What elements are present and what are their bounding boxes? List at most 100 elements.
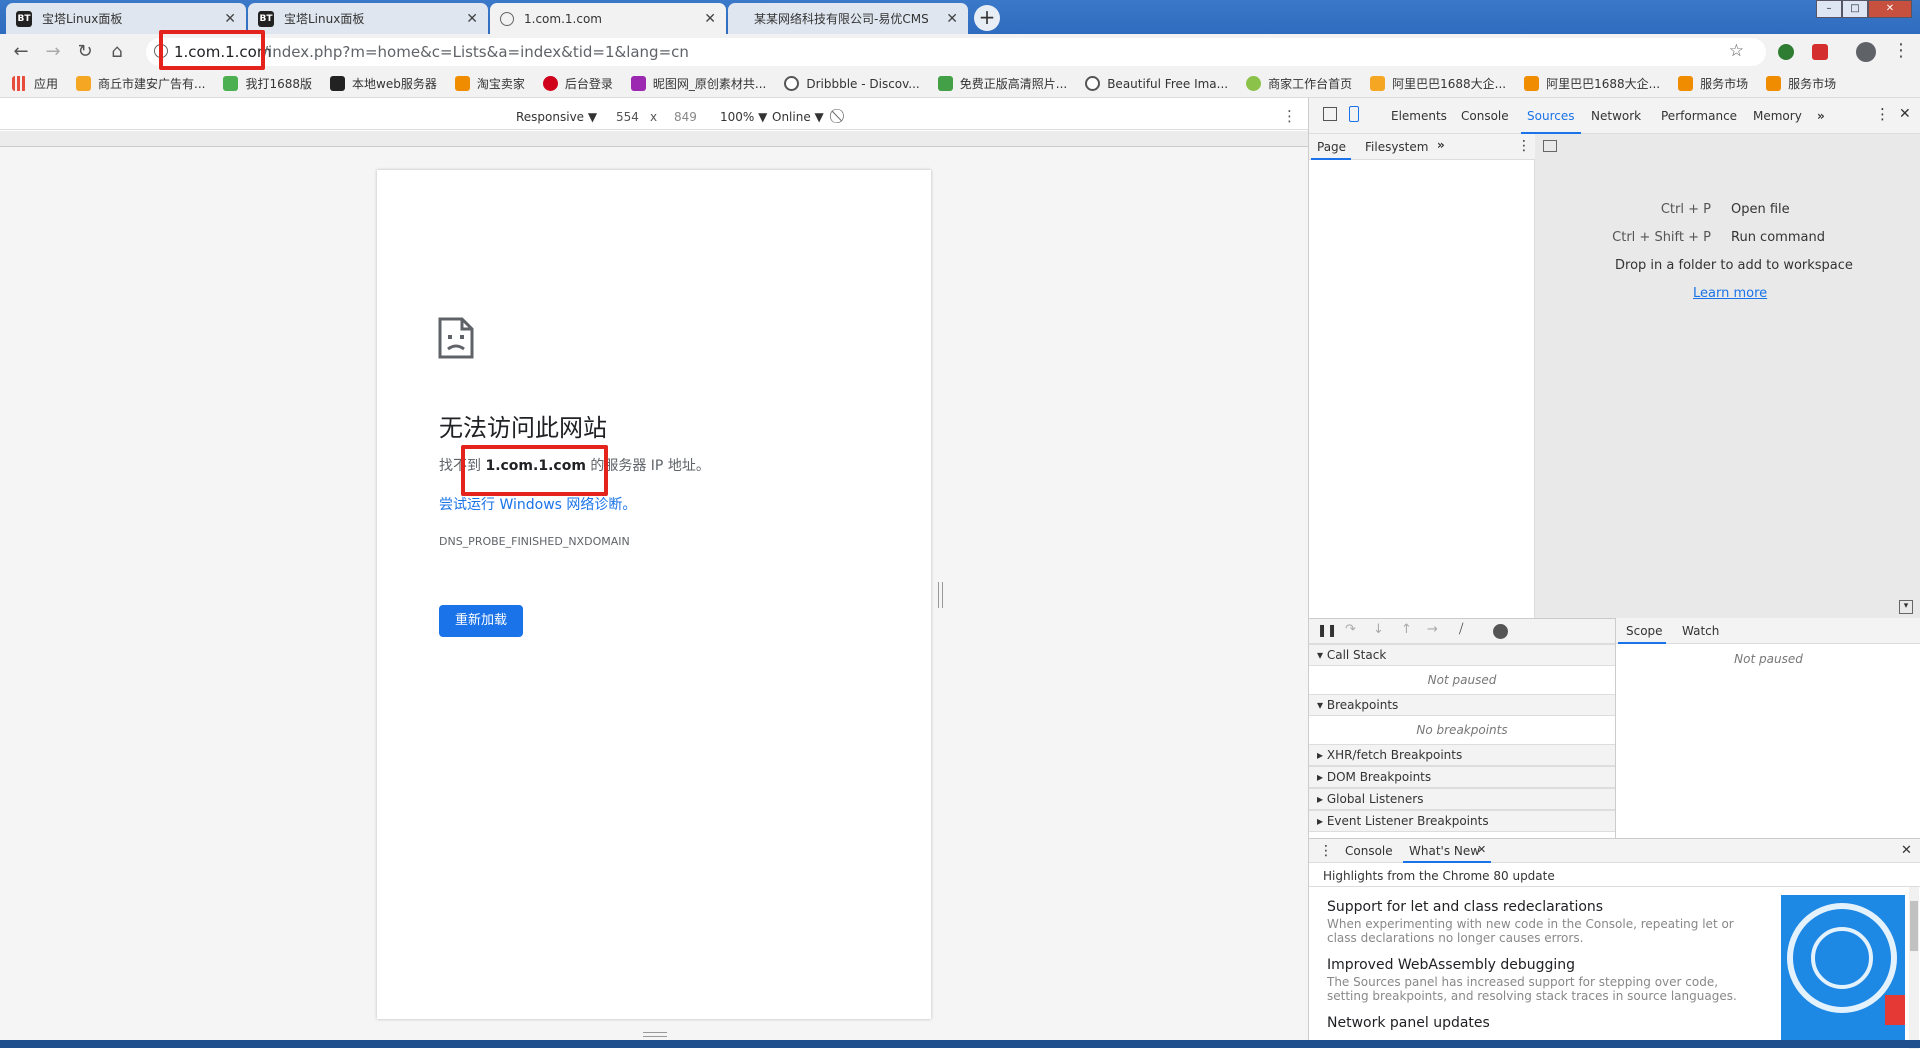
bookmark-item[interactable]: 我打1688版 <box>223 75 312 92</box>
tab-watch[interactable]: Watch <box>1682 624 1719 638</box>
network-diagnostics-link[interactable]: 尝试运行 Windows 网络诊断。 <box>439 494 636 514</box>
call-stack-header[interactable]: ▾ Call Stack <box>1309 644 1615 666</box>
drawer-scrollbar[interactable] <box>1909 887 1919 1049</box>
resize-handle-bottom[interactable] <box>643 1032 667 1037</box>
bookmark-item[interactable]: 淘宝卖家 <box>454 75 525 92</box>
breakpoints-header[interactable]: ▾ Breakpoints <box>1309 694 1615 716</box>
home-icon[interactable]: ⌂ <box>106 42 128 62</box>
bookmark-item[interactable]: 昵图网_原创素材共... <box>630 75 766 92</box>
bookmark-item[interactable]: 本地web服务器 <box>330 75 437 92</box>
tab-3-active[interactable]: 1.com.1.com ✕ <box>490 3 726 34</box>
bookmark-item[interactable]: 商丘市建安广告有... <box>76 75 205 92</box>
drawer-tab-whats-new[interactable]: What's New <box>1409 844 1480 858</box>
close-icon[interactable]: ✕ <box>224 11 236 27</box>
extension-icon[interactable] <box>1812 44 1828 60</box>
subtab-filesystem[interactable]: Filesystem <box>1365 140 1428 154</box>
bookmark-item[interactable]: 服务市场 <box>1678 75 1748 92</box>
bookmark-item[interactable]: 阿里巴巴1688大企... <box>1370 75 1506 92</box>
reload-button[interactable]: 重新加载 <box>439 605 523 637</box>
reload-icon[interactable]: ↻ <box>74 42 96 62</box>
loading-icon <box>738 12 744 26</box>
call-stack-empty: Not paused <box>1427 673 1497 687</box>
bookmark-item[interactable]: Beautiful Free Ima... <box>1085 76 1228 91</box>
close-tab-icon[interactable]: ✕ <box>1477 843 1486 856</box>
close-icon[interactable]: ✕ <box>946 11 958 27</box>
xhr-breakpoints-header[interactable]: ▸ XHR/fetch Breakpoints <box>1309 744 1615 766</box>
scrollbar-thumb[interactable] <box>1910 901 1918 951</box>
more-tabs-icon[interactable]: » <box>1817 109 1825 123</box>
tab-4[interactable]: 某某网络科技有限公司-易优CMS ✕ <box>728 3 968 34</box>
star-icon[interactable]: ☆ <box>1729 41 1744 61</box>
toggle-debugger-icon[interactable]: ▾ <box>1899 600 1913 614</box>
drawer-tab-console[interactable]: Console <box>1345 844 1393 858</box>
bookmark-favicon-icon <box>223 76 239 91</box>
news-item-title[interactable]: Network panel updates <box>1327 1015 1490 1031</box>
learn-more-link[interactable]: Learn more <box>1693 286 1767 301</box>
close-icon[interactable]: ✕ <box>704 11 716 27</box>
more-subtabs-icon[interactable]: » <box>1437 138 1445 152</box>
drawer-menu-icon[interactable]: ⋮ <box>1319 843 1333 859</box>
settings-menu-icon[interactable]: ⋮ <box>1875 105 1890 123</box>
tab-performance[interactable]: Performance <box>1661 109 1737 123</box>
dom-breakpoints-header[interactable]: ▸ DOM Breakpoints <box>1309 766 1615 788</box>
back-icon[interactable]: ← <box>10 42 32 62</box>
bookmark-favicon-icon <box>1246 76 1262 91</box>
zoom-select[interactable]: 100% ▼ <box>720 110 767 124</box>
tab-network[interactable]: Network <box>1591 109 1641 123</box>
close-devtools-icon[interactable]: ✕ <box>1899 106 1911 122</box>
navigator-menu-icon[interactable]: ⋮ <box>1517 138 1531 154</box>
window-close-button[interactable]: ✕ <box>1868 0 1912 18</box>
profile-icon[interactable] <box>1856 42 1876 62</box>
minimize-button[interactable]: – <box>1816 0 1842 18</box>
pause-on-exceptions-icon[interactable] <box>1493 624 1508 639</box>
global-listeners-header[interactable]: ▸ Global Listeners <box>1309 788 1615 810</box>
bookmark-item[interactable]: Dribbble - Discov... <box>784 76 920 91</box>
windows-taskbar <box>0 1040 1920 1048</box>
extension-icon[interactable] <box>1778 44 1794 60</box>
drop-folder-hint: Drop in a folder to add to workspace <box>1615 258 1853 273</box>
throttle-select[interactable]: Online ▼ <box>772 110 824 124</box>
address-bar[interactable]: i 1.com.1.com /index.php?m=home&c=Lists&… <box>146 38 1766 66</box>
bookmark-item[interactable]: 免费正版高清照片... <box>937 75 1067 92</box>
tab-sources[interactable]: Sources <box>1527 109 1574 123</box>
tab-title: 某某网络科技有限公司-易优CMS <box>754 12 929 26</box>
devtools-drawer: ⋮ Console What's New ✕ ✕ Highlights from… <box>1309 838 1920 1049</box>
maximize-button[interactable]: □ <box>1842 0 1868 18</box>
bookmark-apps[interactable]: 应用 <box>12 75 58 92</box>
tab-console[interactable]: Console <box>1461 109 1509 123</box>
tab-2[interactable]: BT 宝塔Linux面板 ✕ <box>248 3 488 34</box>
subtab-page[interactable]: Page <box>1317 140 1346 154</box>
news-item-title[interactable]: Support for let and class redeclarations <box>1327 899 1603 915</box>
menu-icon[interactable]: ⋮ <box>1892 40 1910 61</box>
news-item-title[interactable]: Improved WebAssembly debugging <box>1327 957 1575 973</box>
shortcut-action: Open file <box>1731 202 1790 217</box>
tab-elements[interactable]: Elements <box>1391 109 1447 123</box>
tab-scope[interactable]: Scope <box>1626 624 1663 638</box>
deactivate-breakpoints-icon[interactable]: ⧸ <box>1459 622 1463 637</box>
more-options-icon[interactable]: ⋮ <box>1282 107 1297 125</box>
step-over-icon[interactable]: ↷ <box>1345 622 1356 637</box>
device-mode-select[interactable]: Responsive ▼ <box>516 110 597 124</box>
bookmark-item[interactable]: 商家工作台首页 <box>1246 75 1352 92</box>
close-icon[interactable]: ✕ <box>466 11 478 27</box>
bookmark-item[interactable]: 阿里巴巴1688大企... <box>1524 75 1660 92</box>
tab-memory[interactable]: Memory <box>1753 109 1802 123</box>
height-input[interactable]: 849 <box>674 110 697 124</box>
bookmark-item[interactable]: 服务市场 <box>1766 75 1836 92</box>
width-input[interactable]: 554 <box>616 110 639 124</box>
step-icon[interactable]: → <box>1427 622 1438 637</box>
forward-icon[interactable]: → <box>42 42 64 62</box>
bookmark-item[interactable]: 后台登录 <box>542 75 613 92</box>
error-code: DNS_PROBE_FINISHED_NXDOMAIN <box>439 535 630 548</box>
step-out-icon[interactable]: ↑ <box>1401 622 1412 637</box>
device-toggle-icon[interactable] <box>1349 106 1359 122</box>
new-tab-button[interactable]: + <box>974 5 1000 31</box>
step-into-icon[interactable]: ↓ <box>1373 622 1384 637</box>
toggle-sidebar-icon[interactable] <box>1543 140 1557 152</box>
inspect-icon[interactable] <box>1323 107 1337 121</box>
media-query-ruler[interactable] <box>0 131 1308 147</box>
pause-icon[interactable]: ❚❚ <box>1317 623 1337 637</box>
resize-handle-right[interactable] <box>938 582 943 608</box>
event-listener-breakpoints-header[interactable]: ▸ Event Listener Breakpoints <box>1309 810 1615 832</box>
close-drawer-icon[interactable]: ✕ <box>1901 843 1912 858</box>
